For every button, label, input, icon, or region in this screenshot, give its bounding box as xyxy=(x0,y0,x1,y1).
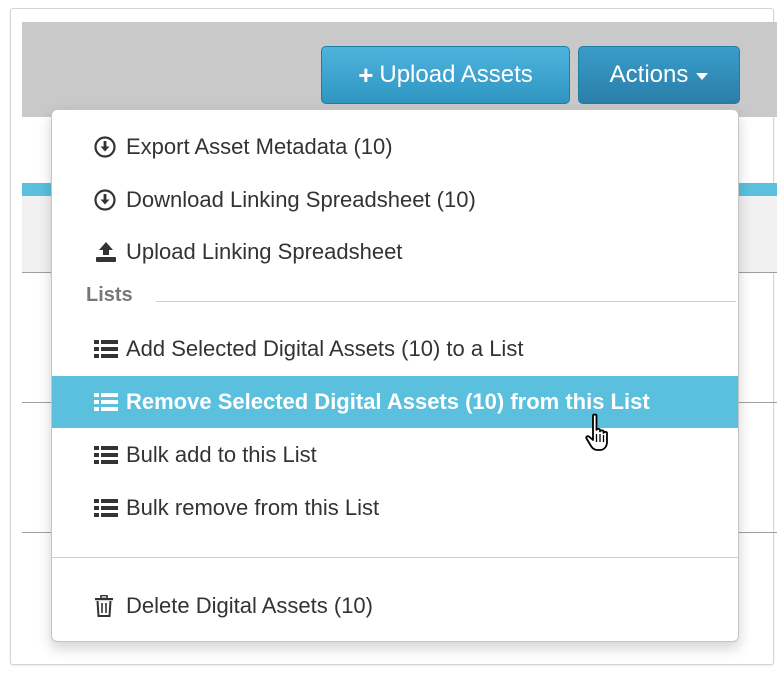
menu-item-delete-digital-assets[interactable]: Delete Digital Assets (10) xyxy=(52,580,738,632)
download-circle-icon xyxy=(94,189,126,211)
menu-divider xyxy=(52,557,738,558)
menu-item-label: Bulk add to this List xyxy=(126,442,317,467)
lists-section-header: Lists xyxy=(86,284,145,307)
menu-item-remove-from-list[interactable]: Remove Selected Digital Assets (10) from… xyxy=(52,376,738,428)
menu-item-upload-linking-spreadsheet[interactable]: Upload Linking Spreadsheet xyxy=(52,226,738,278)
actions-dropdown-menu: Export Asset Metadata (10) Download Link… xyxy=(51,109,739,642)
menu-item-download-linking-spreadsheet[interactable]: Download Linking Spreadsheet (10) xyxy=(52,174,738,226)
menu-item-bulk-remove-from-list[interactable]: Bulk remove from this List xyxy=(52,482,738,534)
list-icon xyxy=(94,498,126,518)
hand-pointer-cursor-icon xyxy=(584,413,616,453)
menu-item-add-to-list[interactable]: Add Selected Digital Assets (10) to a Li… xyxy=(52,323,738,375)
download-circle-icon xyxy=(94,136,126,158)
list-icon xyxy=(94,392,126,412)
menu-item-label: Export Asset Metadata (10) xyxy=(126,134,393,159)
menu-item-label: Download Linking Spreadsheet (10) xyxy=(126,187,476,212)
background-row-divider xyxy=(22,402,52,403)
caret-down-icon xyxy=(696,73,709,80)
menu-item-bulk-add-to-list[interactable]: Bulk add to this List xyxy=(52,429,738,481)
menu-item-label: Bulk remove from this List xyxy=(126,495,380,520)
menu-item-label: Add Selected Digital Assets (10) to a Li… xyxy=(126,336,524,361)
actions-label: Actions xyxy=(609,61,689,88)
menu-item-label: Upload Linking Spreadsheet xyxy=(126,239,403,264)
menu-item-export-asset-metadata[interactable]: Export Asset Metadata (10) xyxy=(52,121,738,173)
menu-item-label: Delete Digital Assets (10) xyxy=(126,593,373,618)
background-row-divider xyxy=(739,532,777,533)
upload-icon xyxy=(94,241,126,263)
upload-assets-label: Upload Assets xyxy=(379,61,533,88)
trash-icon xyxy=(94,595,126,617)
upload-assets-button[interactable]: + Upload Assets xyxy=(321,46,570,104)
list-icon xyxy=(94,445,126,465)
background-row-divider xyxy=(22,532,52,533)
list-icon xyxy=(94,339,126,359)
actions-dropdown-button[interactable]: Actions xyxy=(578,46,740,104)
lists-section-rule xyxy=(156,301,736,302)
menu-item-label: Remove Selected Digital Assets (10) from… xyxy=(126,389,650,414)
plus-icon: + xyxy=(358,59,374,90)
background-row-divider xyxy=(739,402,777,403)
